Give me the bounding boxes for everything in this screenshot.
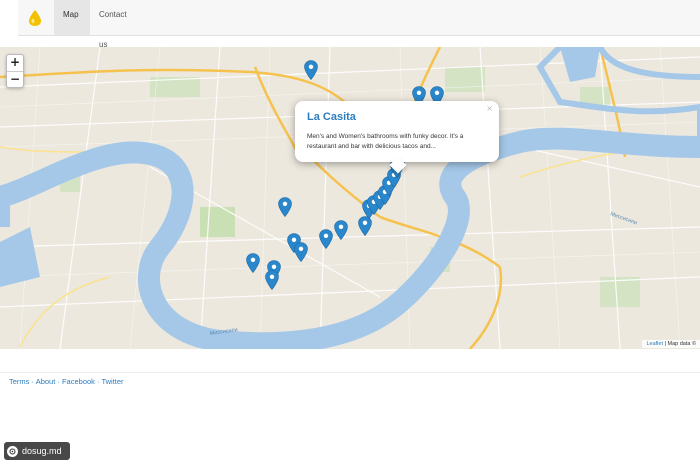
footer-separator: ·	[55, 377, 62, 386]
footer-link-terms[interactable]: Terms	[9, 377, 29, 386]
footer-link-twitter[interactable]: Twitter	[101, 377, 123, 386]
map-marker-pin-icon[interactable]	[304, 60, 318, 80]
footer-link-about[interactable]: About	[36, 377, 56, 386]
popup-title[interactable]: La Casita	[307, 111, 356, 123]
map-marker-pin-icon[interactable]	[265, 270, 279, 290]
tab-contact-us[interactable]: Contact us	[90, 0, 146, 49]
map-marker-pin-icon[interactable]	[294, 242, 308, 262]
watermark-text: dosug.md	[22, 446, 62, 456]
watermark: dosug.md	[4, 442, 70, 460]
water-drop-icon	[29, 9, 41, 26]
zoom-out-button[interactable]: −	[7, 72, 23, 88]
map-tiles[interactable]: Миссисипи Миссисипи	[0, 47, 700, 349]
leaflet-link[interactable]: Leaflet	[646, 341, 663, 347]
map-view[interactable]: Миссисипи Миссисипи	[0, 47, 700, 349]
popup-description: Men's and Women's bathrooms with funky d…	[307, 133, 464, 150]
map-popup: × La Casita Men's and Women's bathrooms …	[295, 101, 499, 162]
footer-links: Terms · About · Facebook · Twitter	[9, 377, 124, 386]
top-navbar: Map Contact us	[18, 0, 700, 49]
map-attribution: Leaflet | Map data ©	[642, 340, 700, 348]
map-marker-pin-icon[interactable]	[278, 197, 292, 217]
map-marker-pin-icon[interactable]	[246, 253, 260, 273]
map-marker-pin-icon[interactable]	[319, 229, 333, 249]
attribution-text: Map data ©	[667, 341, 696, 347]
footer-divider	[0, 372, 700, 373]
brand-logo[interactable]	[18, 0, 52, 35]
zoom-in-button[interactable]: +	[7, 55, 23, 72]
zoom-control: + −	[6, 54, 24, 88]
map-marker-pin-icon[interactable]	[334, 220, 348, 240]
footer-link-facebook[interactable]: Facebook	[62, 377, 95, 386]
popup-close-button[interactable]: ×	[486, 104, 493, 113]
watermark-logo-icon	[7, 445, 18, 457]
tab-map[interactable]: Map	[54, 0, 90, 35]
